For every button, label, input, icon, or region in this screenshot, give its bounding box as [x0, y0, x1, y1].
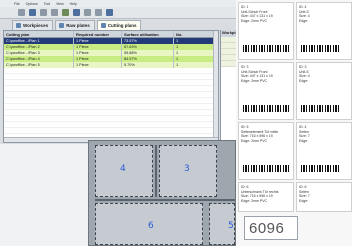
open-icon[interactable] [18, 9, 25, 16]
barcode [243, 165, 289, 172]
menu-options[interactable]: Options [26, 2, 38, 6]
label-edge: Edge: 2mm PVC [241, 18, 268, 23]
help-icon[interactable] [106, 9, 113, 16]
board-number: 6 [148, 221, 154, 231]
table-row[interactable]: C:\pwoffice...\Plan 5 1 Piece 5.70% 1 [4, 62, 218, 68]
menu-tool[interactable]: Tool [44, 2, 50, 6]
barcode [243, 45, 289, 52]
barcode [301, 165, 341, 172]
label-icon[interactable] [95, 9, 102, 16]
tab-label: Workpieces [23, 23, 49, 28]
board-number: 4 [120, 164, 126, 174]
menu-file[interactable]: File [14, 2, 20, 6]
label-edge: Edge: [299, 198, 309, 203]
workpiece-label: ID: 6 Seiten Size: 7 Edge: [296, 182, 352, 212]
label-edge: Edge: [299, 138, 309, 143]
label-edge: Edge: 2mm PVC [241, 138, 268, 143]
board-number: 5 [228, 221, 234, 231]
board-piece[interactable]: 6 [95, 203, 203, 245]
undo-icon[interactable] [51, 9, 58, 16]
label-edge: Edge: 2mm PVC [241, 198, 268, 203]
cutting-plans-icon [100, 23, 106, 28]
cutting-plans-grid: Cutting plan Required number Surface uti… [3, 30, 219, 143]
board-number: 3 [184, 164, 190, 174]
label-edge: Edge: [299, 18, 309, 23]
barcode [243, 105, 289, 112]
label-edge: Edge: 2mm PVC [241, 78, 268, 83]
counter-readout: 6096 [244, 216, 298, 240]
workpiece-label: ID: 1 Unit-Schub Front Size: 447 x 131 x… [238, 2, 294, 60]
plan-icon[interactable] [73, 9, 80, 16]
tab-label: Raw plates [66, 23, 90, 28]
label-sheet: ID: 1 Unit-Schub Front Size: 447 x 131 x… [236, 0, 352, 246]
cell-no: 1 [176, 63, 179, 67]
label-edge: Edge: [299, 78, 309, 83]
save-icon[interactable] [29, 9, 36, 16]
workpiece-label: ID: 4 Unit-S Size: 4 Edge: [296, 2, 352, 60]
raw-plates-icon [59, 23, 65, 28]
side-panel-header: Workpiec [221, 30, 236, 37]
cut-line [155, 145, 157, 197]
menu-view[interactable]: View [56, 2, 64, 6]
menu-bar: File Options Tool View Help [0, 0, 236, 7]
column-header-surface-utilisation[interactable]: Surface utilisation [122, 31, 174, 37]
tab-raw-plates[interactable]: Raw plates [55, 20, 95, 30]
workpieces-icon [16, 23, 21, 28]
workpieces-side-panel: Workpiec [220, 30, 236, 143]
tab-cutting-plans[interactable]: Cutting plans [96, 20, 142, 30]
tab-label: Cutting plans [107, 23, 137, 28]
grid-header: Cutting plan Required number Surface uti… [4, 31, 218, 38]
column-header-no[interactable]: No. [174, 31, 218, 37]
grid-empty-area [4, 68, 218, 142]
settings-icon[interactable] [62, 9, 69, 16]
cut-line [95, 199, 235, 201]
column-header-cutting-plan[interactable]: Cutting plan [4, 31, 74, 37]
workpiece-label: ID: 3 Unit-S Size: 4 Edge: [296, 62, 352, 120]
tab-workpieces[interactable]: Workpieces [12, 20, 54, 30]
cell-utilisation: 5.70% [122, 62, 174, 68]
menu-help[interactable]: Help [70, 2, 77, 6]
barcode [301, 105, 341, 112]
workpiece-label: ID: 6 Unterschrank Tür rechts Size: 716 … [238, 182, 294, 212]
cutting-plan-canvas[interactable]: 4 3 6 5 [88, 140, 236, 246]
board-piece[interactable]: 4 [95, 145, 153, 197]
board-piece[interactable]: 3 [159, 145, 217, 197]
tab-strip: Workpieces Raw plates Cutting plans [12, 20, 142, 30]
cell-required: 1 Piece [74, 62, 122, 68]
print-icon[interactable] [40, 9, 47, 16]
cell-plan: C:\pwoffice...\Plan 5 [4, 62, 74, 68]
workpiece-label: ID: 4 Seiten Size: 7 Edge: [296, 122, 352, 180]
workpiece-label: ID: 5 Seitenelement Tür mitte Size: 716 … [238, 122, 294, 180]
vertical-scrollbar[interactable] [213, 31, 218, 142]
side-panel-row[interactable] [221, 61, 236, 67]
workpiece-label: ID: 3 Unit-Schub Front Size: 447 x 131 x… [238, 62, 294, 120]
toolbar [0, 7, 236, 19]
column-header-required-number[interactable]: Required number [74, 31, 122, 37]
cut-icon[interactable] [84, 9, 91, 16]
board-piece[interactable]: 5 [209, 203, 235, 245]
barcode [301, 45, 341, 52]
